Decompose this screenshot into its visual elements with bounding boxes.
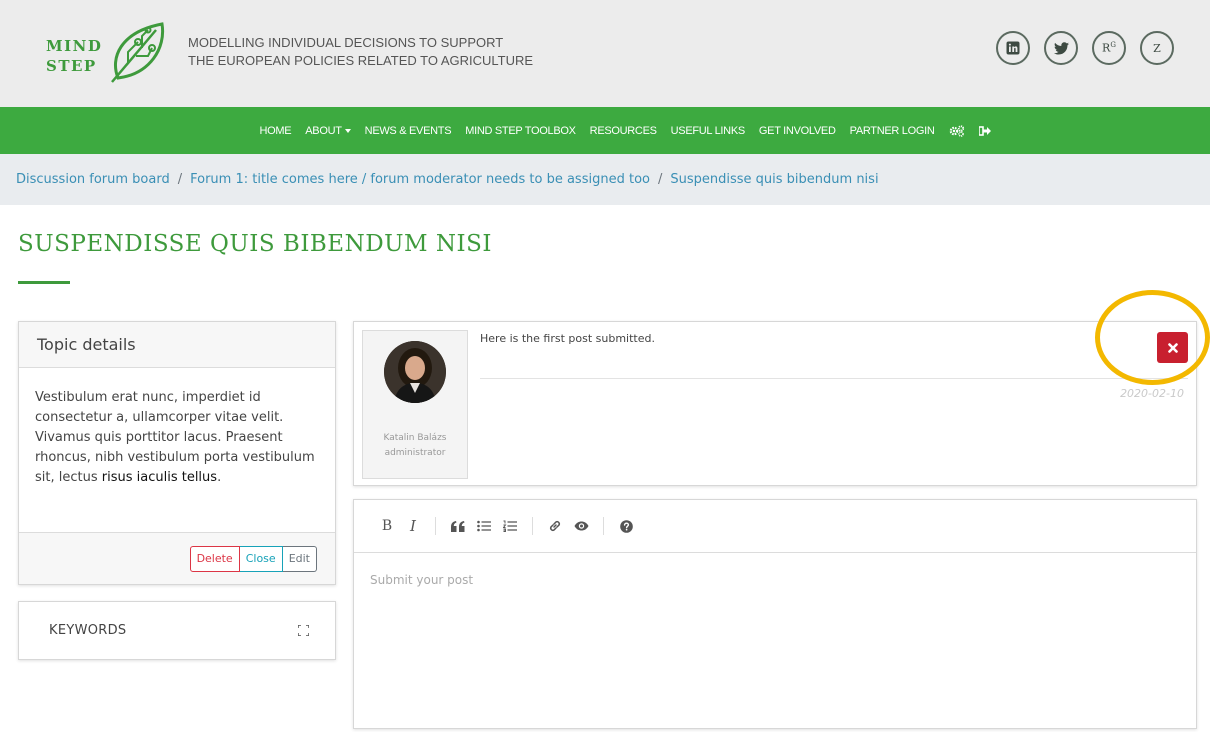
post-input[interactable] (354, 553, 1196, 728)
nav-partner-login[interactable]: PARTNER LOGIN (850, 125, 935, 137)
edit-topic-button[interactable]: Edit (282, 545, 317, 572)
post-author: Katalin Balázs administrator (362, 330, 468, 479)
linkedin-icon (1006, 41, 1020, 55)
settings-cogs-icon (949, 124, 964, 137)
nav-get-involved[interactable]: GET INVOLVED (759, 125, 836, 137)
breadcrumb: Discussion forum board / Forum 1: title … (0, 154, 1210, 205)
author-name[interactable]: Katalin Balázs (384, 431, 447, 446)
breadcrumb-separator: / (177, 172, 183, 187)
topic-details-card: Topic details Vestibulum erat nunc, impe… (18, 321, 336, 585)
site-tagline: MODELLING INDIVIDUAL DECISIONS TO SUPPOR… (188, 35, 534, 68)
author-role: administrator (384, 448, 446, 458)
page-title: SUSPENDISSE QUIS BIBENDUM NISI (18, 231, 492, 257)
post-divider (480, 378, 1188, 379)
help-icon[interactable] (613, 513, 639, 539)
topic-button-group: Delete Close Edit (189, 545, 317, 572)
editor-toolbar: B I (354, 500, 1196, 553)
social-links: RG Z (996, 31, 1174, 65)
delete-post-button[interactable] (1157, 332, 1188, 363)
site-header: MIND STEP MODELLING INDIVIDUAL DECISIONS… (0, 0, 1210, 107)
main-nav: HOME ABOUT NEWS & EVENTS MIND STEP TOOLB… (0, 107, 1210, 154)
expand-icon[interactable] (298, 625, 309, 636)
researchgate-button[interactable]: RG (1092, 31, 1126, 65)
researchgate-icon: RG (1102, 41, 1116, 55)
title-underline (18, 281, 70, 284)
toolbar-separator (532, 517, 533, 535)
delete-topic-button[interactable]: Delete (189, 545, 240, 572)
nav-news-events[interactable]: NEWS & EVENTS (365, 125, 452, 137)
settings-button[interactable] (949, 124, 965, 137)
toolbar-separator (603, 517, 604, 535)
quote-icon[interactable] (445, 513, 471, 539)
topic-actions: Delete Close Edit (19, 532, 335, 584)
zenodo-button[interactable]: Z (1140, 31, 1174, 65)
linkedin-button[interactable] (996, 31, 1030, 65)
preview-icon[interactable] (568, 513, 594, 539)
logo-line-1: MIND (46, 37, 103, 55)
nav-about[interactable]: ABOUT (305, 125, 351, 137)
nav-useful-links[interactable]: USEFUL LINKS (671, 125, 746, 137)
bold-icon[interactable]: B (374, 513, 400, 539)
post-card: Katalin Balázs administrator Here is the… (353, 321, 1197, 486)
logo-line-2: STEP (46, 57, 97, 75)
breadcrumb-current-topic: Suspendisse quis bibendum nisi (670, 172, 879, 187)
sign-out-icon (978, 125, 991, 136)
keywords-card[interactable]: KEYWORDS (18, 601, 336, 660)
post-date: 2020-02-10 (1120, 387, 1184, 400)
close-topic-button[interactable]: Close (239, 545, 283, 572)
toolbar-separator (435, 517, 436, 535)
avatar[interactable] (384, 341, 446, 403)
zenodo-icon: Z (1153, 41, 1161, 55)
breadcrumb-forum-board[interactable]: Discussion forum board (16, 172, 170, 187)
topic-details-heading: Topic details (19, 322, 335, 368)
twitter-button[interactable] (1044, 31, 1078, 65)
twitter-icon (1053, 41, 1069, 54)
post-editor: B I (353, 499, 1197, 729)
post-content: Here is the first post submitted. (480, 332, 655, 345)
breadcrumb-separator: / (657, 172, 663, 187)
nav-toolbox[interactable]: MIND STEP TOOLBOX (465, 125, 576, 137)
topic-description: Vestibulum erat nunc, imperdiet id conse… (35, 390, 315, 485)
ordered-list-icon[interactable] (497, 513, 523, 539)
link-icon[interactable] (542, 513, 568, 539)
breadcrumb-forum-1[interactable]: Forum 1: title comes here / forum modera… (190, 172, 650, 187)
close-icon (1167, 342, 1178, 353)
caret-down-icon (344, 128, 351, 133)
unordered-list-icon[interactable] (471, 513, 497, 539)
nav-home[interactable]: HOME (259, 125, 291, 137)
sign-out-button[interactable] (978, 125, 991, 136)
keywords-label: KEYWORDS (49, 623, 127, 638)
nav-resources[interactable]: RESOURCES (590, 125, 657, 137)
leaf-circuit-icon (111, 22, 165, 83)
italic-icon[interactable]: I (400, 513, 426, 539)
mind-step-logo[interactable]: MIND STEP (46, 18, 166, 88)
